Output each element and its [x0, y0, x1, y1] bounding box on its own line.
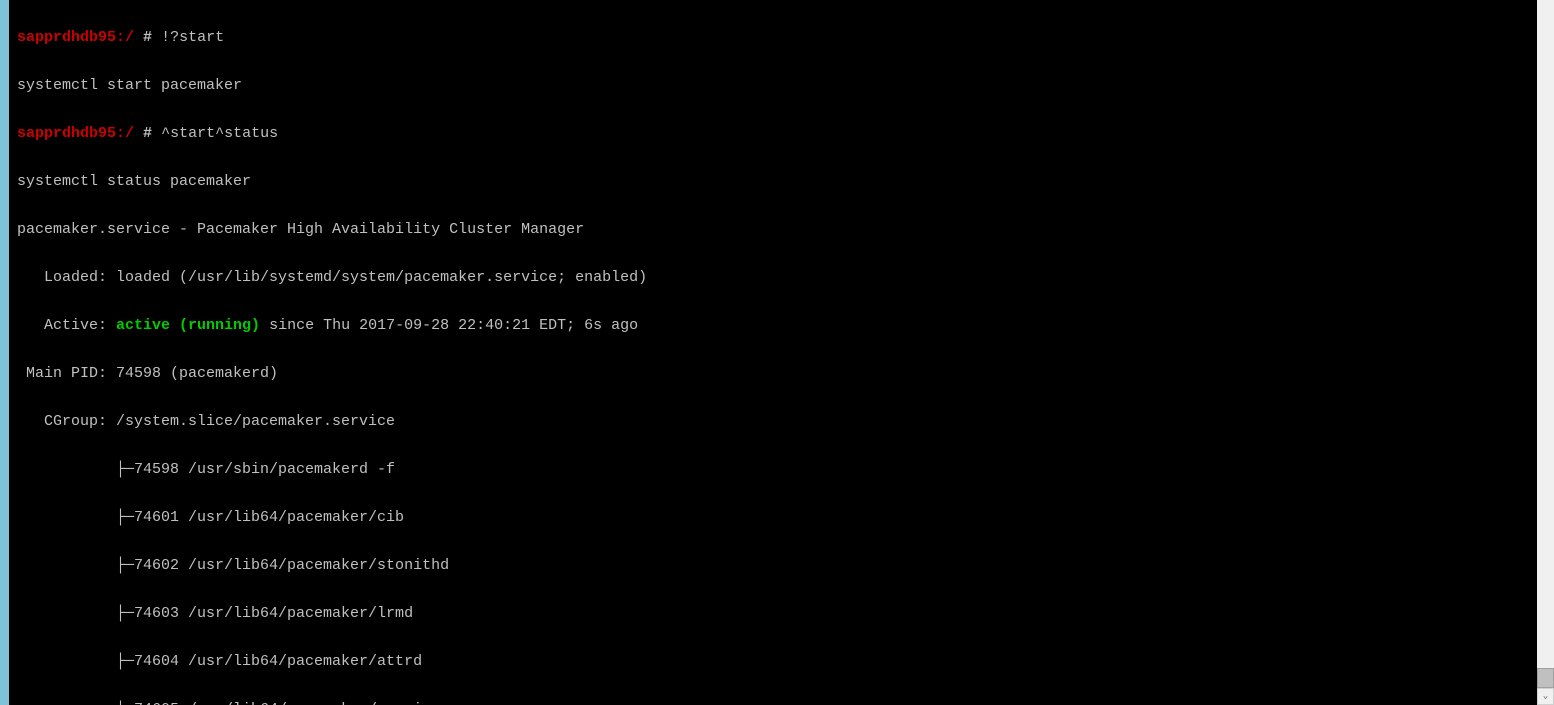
main-pid-line: Main PID: 74598 (pacemakerd)	[17, 362, 1529, 386]
prompt-path: :/	[116, 125, 134, 142]
output-2: systemctl status pacemaker	[17, 170, 1529, 194]
active-line: Active: active (running) since Thu 2017-…	[17, 314, 1529, 338]
scrollbar-thumb[interactable]	[1537, 668, 1554, 688]
prompt-path: :/	[116, 29, 134, 46]
proc-line: ├─74605 /usr/lib64/pacemaker/pengine	[17, 698, 1529, 705]
scrollbar[interactable]: ⌄	[1537, 0, 1554, 705]
cgroup-line: CGroup: /system.slice/pacemaker.service	[17, 410, 1529, 434]
output-1: systemctl start pacemaker	[17, 74, 1529, 98]
proc-line: ├─74601 /usr/lib64/pacemaker/cib	[17, 506, 1529, 530]
scrollbar-down-button[interactable]: ⌄	[1537, 688, 1554, 705]
scrollbar-track[interactable]	[1537, 0, 1554, 668]
proc-line: ├─74598 /usr/sbin/pacemakerd -f	[17, 458, 1529, 482]
active-prefix: Active:	[17, 317, 116, 334]
proc-line: ├─74602 /usr/lib64/pacemaker/stonithd	[17, 554, 1529, 578]
proc-line: ├─74604 /usr/lib64/pacemaker/attrd	[17, 650, 1529, 674]
prompt-host: sapprdhdb95	[17, 29, 116, 46]
active-suffix: since Thu 2017-09-28 22:40:21 EDT; 6s ag…	[260, 317, 638, 334]
proc-line: ├─74603 /usr/lib64/pacemaker/lrmd	[17, 602, 1529, 626]
prompt-line-2: sapprdhdb95:/ # ^start^status	[17, 122, 1529, 146]
active-status: active (running)	[116, 317, 260, 334]
loaded-line: Loaded: loaded (/usr/lib/systemd/system/…	[17, 266, 1529, 290]
prompt-host: sapprdhdb95	[17, 125, 116, 142]
prompt-line-1: sapprdhdb95:/ # !?start	[17, 26, 1529, 50]
terminal-content[interactable]: sapprdhdb95:/ # !?start systemctl start …	[9, 0, 1537, 705]
prompt-symbol: #	[134, 125, 161, 142]
service-line: pacemaker.service - Pacemaker High Avail…	[17, 218, 1529, 242]
command-2: ^start^status	[161, 125, 278, 142]
terminal-window: sapprdhdb95:/ # !?start systemctl start …	[9, 0, 1554, 705]
prompt-symbol: #	[134, 29, 161, 46]
command-1: !?start	[161, 29, 224, 46]
